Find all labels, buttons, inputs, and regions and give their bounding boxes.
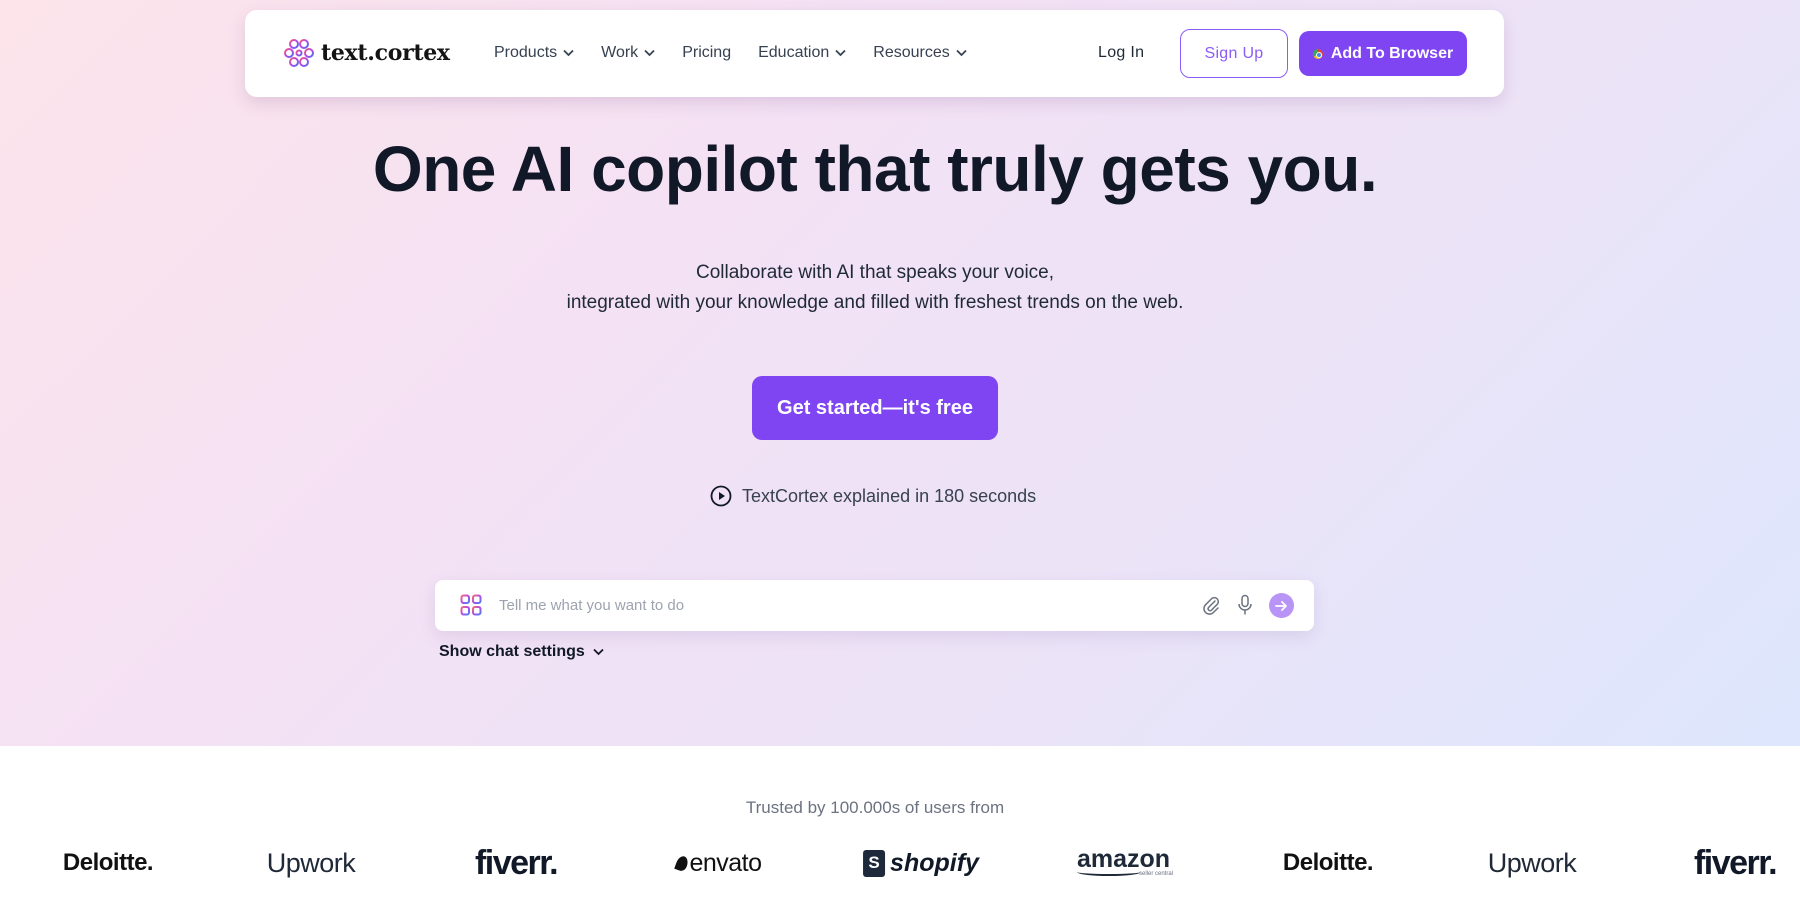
chevron-down-icon: [593, 648, 604, 656]
customer-logos: Deloitte. Upwork fiverr. envato S shopif…: [0, 838, 1800, 888]
nav-work-label: Work: [601, 44, 639, 61]
add-to-browser-label: Add To Browser: [1330, 44, 1454, 62]
brain-logo-icon: [284, 39, 314, 67]
trusted-by-label: Trusted by 100.000s of users from: [745, 798, 1005, 817]
nav-products[interactable]: Products: [494, 44, 574, 62]
login-link[interactable]: Log In: [1098, 44, 1144, 62]
logo-deloitte: Deloitte.: [62, 849, 154, 876]
shopify-bag-icon: S: [863, 849, 886, 877]
chevron-down-icon: [563, 49, 574, 57]
logo-fiverr: fiverr.: [1693, 843, 1778, 882]
apps-grid-icon[interactable]: [460, 594, 482, 616]
hero-section: text.cortex Products Work Pricing Educat…: [0, 0, 1800, 746]
microphone-icon[interactable]: [1236, 594, 1254, 616]
navbar: text.cortex Products Work Pricing Educat…: [245, 10, 1504, 97]
show-chat-settings-toggle[interactable]: Show chat settings: [439, 643, 604, 661]
nav-education-label: Education: [758, 44, 830, 61]
paperclip-icon[interactable]: [1201, 595, 1221, 615]
explainer-video-label: TextCortex explained in 180 seconds: [742, 485, 1037, 506]
logo-deloitte: Deloitte.: [1282, 849, 1374, 876]
hero-subtitle: Collaborate with AI that speaks your voi…: [0, 258, 1750, 318]
logo-shopify-text: shopify: [890, 848, 979, 877]
logo-upwork: Upwork: [1487, 847, 1577, 878]
logo-envato-text: envato: [689, 848, 762, 877]
brand-logo[interactable]: text.cortex: [283, 38, 450, 68]
get-started-button[interactable]: Get started—it's free: [752, 376, 998, 440]
logo-amazon-sub: seller central: [1138, 871, 1174, 877]
nav-resources-label: Resources: [873, 44, 950, 61]
nav-links: Products Work Pricing Education Resource…: [494, 44, 994, 62]
send-button[interactable]: [1269, 593, 1294, 618]
brand-name: text.cortex: [321, 40, 450, 66]
nav-pricing-label: Pricing: [682, 44, 732, 61]
logo-fiverr: fiverr.: [474, 843, 559, 882]
nav-pricing[interactable]: Pricing: [682, 44, 731, 62]
logo-amazon: amazon seller central: [1076, 838, 1174, 888]
logo-amazon-text: amazon: [1076, 845, 1171, 873]
nav-resources[interactable]: Resources: [873, 44, 967, 62]
amazon-smile-icon: [1076, 868, 1141, 876]
logo-upwork: Upwork: [266, 847, 356, 878]
play-circle-icon: [710, 485, 732, 507]
logo-shopify: S shopify: [863, 838, 979, 888]
chat-box: [435, 580, 1314, 631]
chat-settings-label: Show chat settings: [439, 643, 585, 660]
hero-headline: One AI copilot that truly gets you.: [372, 133, 1378, 205]
chevron-down-icon: [956, 49, 967, 57]
chrome-icon: [1312, 48, 1323, 59]
envato-leaf-icon: [674, 854, 690, 872]
nav-education[interactable]: Education: [758, 44, 846, 62]
logo-envato: envato: [674, 838, 762, 888]
hero-subtitle-line-1: Collaborate with AI that speaks your voi…: [695, 262, 1055, 283]
chat-input[interactable]: [499, 592, 1119, 618]
hero-subtitle-line-2: integrated with your knowledge and fille…: [566, 292, 1184, 313]
chevron-down-icon: [644, 49, 655, 57]
explainer-video-link[interactable]: TextCortex explained in 180 seconds: [710, 485, 1036, 507]
chevron-down-icon: [835, 49, 846, 57]
nav-work[interactable]: Work: [601, 44, 655, 62]
add-to-browser-button[interactable]: Add To Browser: [1299, 31, 1467, 76]
nav-products-label: Products: [494, 44, 558, 61]
signup-button[interactable]: Sign Up: [1180, 29, 1288, 78]
arrow-right-icon: [1275, 600, 1287, 611]
